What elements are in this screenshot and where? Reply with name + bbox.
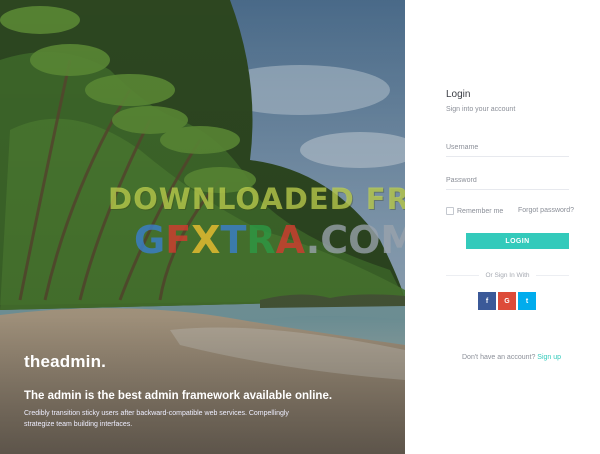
divider-line [446, 275, 480, 276]
social-divider: Or Sign In With [446, 272, 570, 279]
password-field [446, 177, 569, 190]
remember-label: Remember me [457, 207, 504, 215]
google-button[interactable]: G [498, 292, 516, 310]
hero-description: Credibly transition sticky users after b… [24, 410, 289, 428]
brand-logo: theadmin. [24, 352, 107, 371]
facebook-button[interactable]: f [478, 292, 496, 310]
google-icon: G [504, 297, 510, 305]
login-button[interactable]: LOGIN [466, 233, 569, 249]
hero-panel: DOWNLOADED FROM GFXTRA.COM theadmin. The… [0, 0, 405, 454]
hero-tagline: The admin is the best admin framework av… [24, 390, 333, 402]
social-buttons: f G t [478, 292, 536, 310]
beach-background-image [0, 0, 405, 454]
forgot-password-link[interactable]: Forgot password? [518, 207, 574, 214]
twitter-button[interactable]: t [518, 292, 536, 310]
signup-prompt-text: Don't have an account? [462, 354, 536, 361]
signup-link[interactable]: Sign up [537, 354, 561, 361]
login-subtitle: Sign into your account [446, 106, 516, 113]
password-input[interactable] [446, 177, 569, 189]
signup-prompt: Don't have an account? Sign up [462, 354, 561, 361]
login-panel: Login Sign into your account Remember me… [405, 0, 600, 454]
divider-text: Or Sign In With [485, 272, 530, 279]
username-input[interactable] [446, 144, 569, 156]
remember-checkbox[interactable] [446, 207, 454, 215]
twitter-icon: t [525, 297, 529, 305]
remember-me[interactable]: Remember me [446, 207, 503, 215]
facebook-icon: f [485, 297, 489, 305]
username-field [446, 144, 569, 157]
divider-line [535, 275, 570, 276]
login-title: Login [446, 89, 471, 100]
